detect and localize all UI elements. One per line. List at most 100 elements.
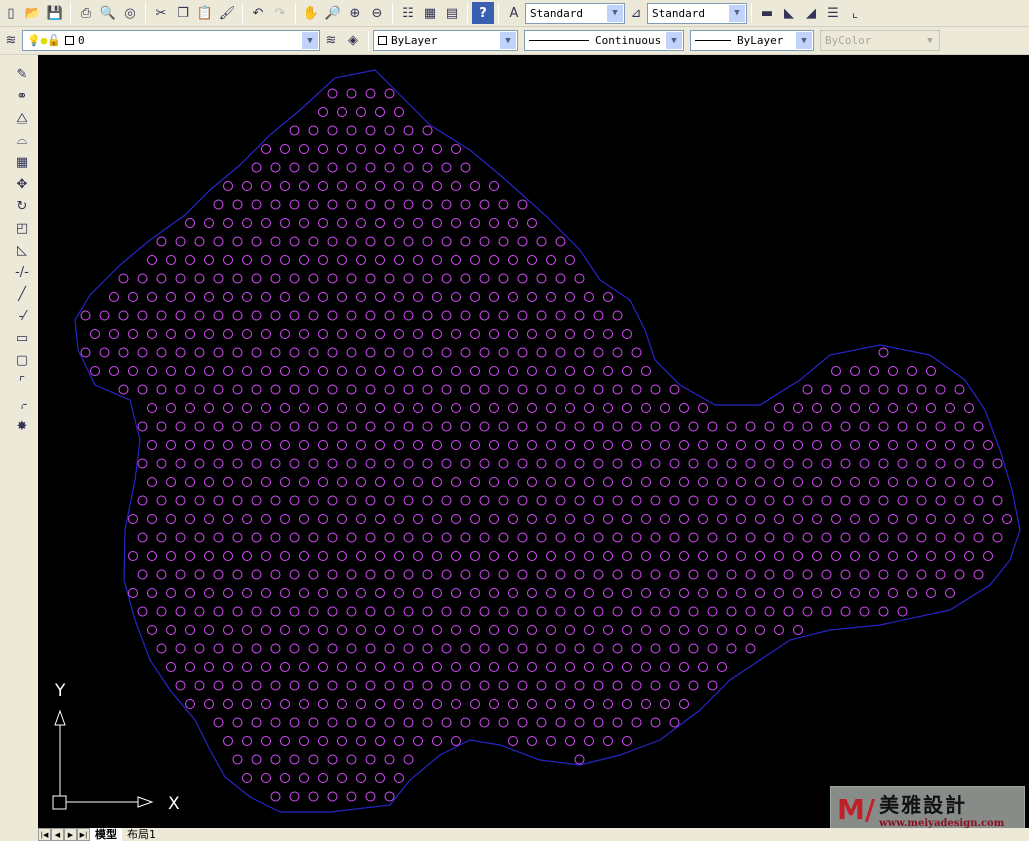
tree-circle[interactable] bbox=[460, 532, 471, 543]
tree-circle[interactable] bbox=[242, 588, 252, 598]
tree-circle[interactable] bbox=[432, 403, 442, 413]
tree-circle[interactable] bbox=[299, 477, 309, 487]
tree-circle[interactable] bbox=[280, 662, 290, 672]
tree-circle[interactable] bbox=[584, 551, 594, 561]
tree-circle[interactable] bbox=[223, 403, 233, 413]
cut-icon[interactable]: ✂ bbox=[150, 2, 172, 24]
tree-circle[interactable] bbox=[261, 329, 271, 339]
tree-circle[interactable] bbox=[783, 495, 794, 506]
tree-circle[interactable] bbox=[422, 680, 433, 691]
tree-circle[interactable] bbox=[289, 384, 300, 395]
tree-circle[interactable] bbox=[707, 495, 718, 506]
tree-circle[interactable] bbox=[375, 403, 385, 413]
tree-circle[interactable] bbox=[517, 421, 528, 432]
tree-circle[interactable] bbox=[888, 551, 898, 561]
tree-circle[interactable] bbox=[679, 440, 689, 450]
tree-circle[interactable] bbox=[802, 606, 813, 617]
tree-circle[interactable] bbox=[603, 588, 613, 598]
tree-circle[interactable] bbox=[441, 717, 452, 728]
tree-circle[interactable] bbox=[878, 384, 889, 395]
tree-circle[interactable] bbox=[422, 310, 433, 321]
tree-circle[interactable] bbox=[280, 514, 290, 524]
tree-circle[interactable] bbox=[299, 366, 309, 376]
tree-circle[interactable] bbox=[261, 144, 271, 154]
tree-circle[interactable] bbox=[460, 273, 471, 284]
tree-circle[interactable] bbox=[251, 310, 262, 321]
tree-circle[interactable] bbox=[432, 366, 442, 376]
tree-circle[interactable] bbox=[346, 310, 357, 321]
tree-circle[interactable] bbox=[365, 643, 376, 654]
tree-circle[interactable] bbox=[194, 310, 205, 321]
tree-circle[interactable] bbox=[337, 181, 347, 191]
tree-circle[interactable] bbox=[194, 495, 205, 506]
tree-circle[interactable] bbox=[546, 366, 556, 376]
tree-circle[interactable] bbox=[479, 273, 490, 284]
tree-circle[interactable] bbox=[764, 532, 775, 543]
tree-circle[interactable] bbox=[641, 477, 651, 487]
tree-circle[interactable] bbox=[869, 588, 879, 598]
tree-circle[interactable] bbox=[194, 532, 205, 543]
tree-circle[interactable] bbox=[489, 292, 499, 302]
tree-circle[interactable] bbox=[194, 606, 205, 617]
tree-circle[interactable] bbox=[574, 717, 585, 728]
tree-circle[interactable] bbox=[251, 643, 262, 654]
tree-circle[interactable] bbox=[498, 199, 509, 210]
tree-circle[interactable] bbox=[840, 532, 851, 543]
tree-circle[interactable] bbox=[346, 273, 357, 284]
tree-circle[interactable] bbox=[432, 699, 442, 709]
copy-icon[interactable]: ❐ bbox=[172, 2, 194, 24]
tree-circle[interactable] bbox=[669, 643, 680, 654]
tree-circle[interactable] bbox=[679, 625, 689, 635]
tree-circle[interactable] bbox=[308, 680, 319, 691]
tree-circle[interactable] bbox=[384, 421, 395, 432]
tree-circle[interactable] bbox=[413, 551, 423, 561]
tree-circle[interactable] bbox=[774, 514, 784, 524]
tree-circle[interactable] bbox=[318, 440, 328, 450]
tree-circle[interactable] bbox=[308, 495, 319, 506]
tree-circle[interactable] bbox=[166, 329, 176, 339]
tree-circle[interactable] bbox=[403, 125, 414, 136]
tree-circle[interactable] bbox=[280, 403, 290, 413]
tree-circle[interactable] bbox=[318, 144, 328, 154]
tree-circle[interactable] bbox=[299, 773, 309, 783]
tree-circle[interactable] bbox=[574, 384, 585, 395]
tree-circle[interactable] bbox=[498, 495, 509, 506]
tree-circle[interactable] bbox=[394, 255, 404, 265]
tree-circle[interactable] bbox=[403, 421, 414, 432]
tree-circle[interactable] bbox=[346, 458, 357, 469]
tree-circle[interactable] bbox=[204, 218, 214, 228]
modify-tool-icon[interactable]: ⌓ bbox=[11, 129, 33, 151]
tree-circle[interactable] bbox=[185, 329, 195, 339]
tree-circle[interactable] bbox=[536, 347, 547, 358]
tree-circle[interactable] bbox=[289, 606, 300, 617]
tree-circle[interactable] bbox=[213, 310, 224, 321]
tree-circle[interactable] bbox=[622, 329, 632, 339]
layer-select[interactable]: 💡 ● 🔓 0 ▼ bbox=[22, 30, 320, 51]
tree-circle[interactable] bbox=[736, 588, 746, 598]
design-center-icon[interactable]: ▦ bbox=[419, 2, 441, 24]
tree-circle[interactable] bbox=[593, 347, 604, 358]
tree-circle[interactable] bbox=[422, 643, 433, 654]
tree-circle[interactable] bbox=[679, 477, 689, 487]
tree-circle[interactable] bbox=[907, 440, 917, 450]
tree-circle[interactable] bbox=[166, 440, 176, 450]
tree-circle[interactable] bbox=[527, 292, 537, 302]
tree-circle[interactable] bbox=[603, 477, 613, 487]
tree-circle[interactable] bbox=[185, 255, 195, 265]
tree-circle[interactable] bbox=[479, 310, 490, 321]
tree-circle[interactable] bbox=[280, 477, 290, 487]
tree-circle[interactable] bbox=[498, 347, 509, 358]
tree-circle[interactable] bbox=[242, 366, 252, 376]
tree-circle[interactable] bbox=[327, 199, 338, 210]
tree-circle[interactable] bbox=[270, 458, 281, 469]
tree-circle[interactable] bbox=[565, 736, 575, 746]
tree-circle[interactable] bbox=[308, 458, 319, 469]
tree-circle[interactable] bbox=[327, 717, 338, 728]
tree-circle[interactable] bbox=[717, 625, 727, 635]
tree-circle[interactable] bbox=[707, 569, 718, 580]
tree-circle[interactable] bbox=[422, 495, 433, 506]
tree-circle[interactable] bbox=[622, 514, 632, 524]
tree-circle[interactable] bbox=[413, 366, 423, 376]
linetype-select[interactable]: Continuous ▼ bbox=[524, 30, 684, 51]
tree-circle[interactable] bbox=[840, 606, 851, 617]
